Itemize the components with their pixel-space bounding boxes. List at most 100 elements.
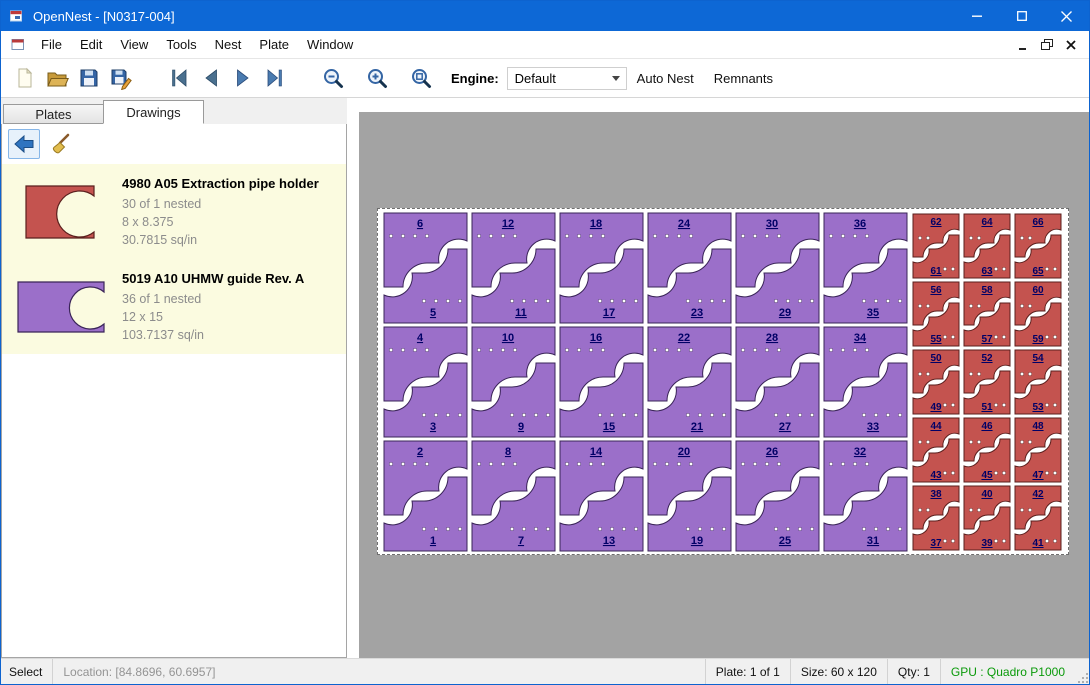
nav-prev-button[interactable] bbox=[195, 62, 227, 94]
list-item[interactable]: 5019 A10 UHMW guide Rev. A 36 of 1 neste… bbox=[2, 259, 346, 354]
nest-cell[interactable]: 21 bbox=[382, 439, 470, 553]
nav-first-button[interactable] bbox=[163, 62, 195, 94]
mdi-restore-button[interactable] bbox=[1035, 35, 1059, 55]
zoom-in-button[interactable] bbox=[361, 62, 393, 94]
nest-cell[interactable]: 109 bbox=[470, 325, 558, 439]
nest-cell[interactable]: 3837 bbox=[911, 484, 962, 552]
drill-hole bbox=[422, 299, 426, 303]
mdi-close-button[interactable] bbox=[1059, 35, 1083, 55]
svg-text:14: 14 bbox=[590, 446, 603, 458]
menu-file[interactable]: File bbox=[32, 33, 71, 56]
save-button[interactable] bbox=[73, 62, 105, 94]
save-as-button[interactable] bbox=[105, 62, 137, 94]
drill-hole bbox=[1028, 372, 1032, 376]
auto-nest-button[interactable]: Auto Nest bbox=[627, 65, 704, 92]
zoom-fit-icon bbox=[409, 66, 433, 90]
tab-plates[interactable]: Plates bbox=[3, 104, 104, 124]
open-button[interactable] bbox=[41, 62, 73, 94]
nest-cell[interactable]: 5655 bbox=[911, 280, 962, 348]
nest-cell[interactable]: 4241 bbox=[1013, 484, 1064, 552]
menu-plate[interactable]: Plate bbox=[250, 33, 298, 56]
drill-hole bbox=[598, 527, 602, 531]
nest-cell[interactable]: 3635 bbox=[822, 211, 910, 325]
tab-drawings[interactable]: Drawings bbox=[103, 100, 204, 124]
nest-cell[interactable]: 4645 bbox=[962, 416, 1013, 484]
nest-cell[interactable]: 3029 bbox=[734, 211, 822, 325]
close-button[interactable] bbox=[1044, 1, 1089, 31]
drawing-size: 8 x 8.375 bbox=[122, 213, 319, 231]
drill-hole bbox=[918, 236, 922, 240]
nest-cell[interactable]: 1615 bbox=[558, 325, 646, 439]
nest-canvas[interactable]: 6512111817242330293635431091615222128273… bbox=[347, 98, 1089, 658]
zoom-out-button[interactable] bbox=[317, 62, 349, 94]
menu-window[interactable]: Window bbox=[298, 33, 362, 56]
drawings-tab-page: 4980 A05 Extraction pipe holder 30 of 1 … bbox=[1, 124, 347, 658]
nest-plate[interactable]: 6512111817242330293635431091615222128273… bbox=[377, 208, 1069, 555]
maximize-button[interactable] bbox=[999, 1, 1044, 31]
drill-hole bbox=[510, 527, 514, 531]
nest-cell[interactable]: 87 bbox=[470, 439, 558, 553]
drill-hole bbox=[1002, 403, 1006, 407]
drawings-toolbar bbox=[2, 124, 346, 164]
engine-select[interactable]: Default bbox=[507, 67, 627, 90]
nav-next-button[interactable] bbox=[227, 62, 259, 94]
nest-cell[interactable]: 5453 bbox=[1013, 348, 1064, 416]
menu-tools[interactable]: Tools bbox=[157, 33, 205, 56]
clear-drawings-button[interactable] bbox=[45, 130, 75, 158]
nav-last-button[interactable] bbox=[259, 62, 291, 94]
minimize-button[interactable] bbox=[954, 1, 999, 31]
list-item[interactable]: 4980 A05 Extraction pipe holder 30 of 1 … bbox=[2, 164, 346, 259]
nest-cell[interactable]: 1413 bbox=[558, 439, 646, 553]
drill-hole bbox=[565, 462, 569, 466]
nest-cell[interactable]: 6261 bbox=[911, 212, 962, 280]
resize-grip[interactable] bbox=[1075, 659, 1089, 684]
nest-cell[interactable]: 2625 bbox=[734, 439, 822, 553]
menu-nest[interactable]: Nest bbox=[206, 33, 251, 56]
drill-hole bbox=[665, 348, 669, 352]
drill-hole bbox=[622, 413, 626, 417]
new-button[interactable] bbox=[9, 62, 41, 94]
nest-cell[interactable]: 4847 bbox=[1013, 416, 1064, 484]
drill-hole bbox=[501, 234, 505, 238]
nest-cell[interactable]: 5251 bbox=[962, 348, 1013, 416]
nest-cell[interactable]: 2221 bbox=[646, 325, 734, 439]
nest-cell[interactable]: 2019 bbox=[646, 439, 734, 553]
nest-cell[interactable]: 6059 bbox=[1013, 280, 1064, 348]
nest-cell[interactable]: 2423 bbox=[646, 211, 734, 325]
drill-hole bbox=[425, 234, 429, 238]
mdi-window-controls bbox=[1011, 35, 1083, 55]
zoom-fit-button[interactable] bbox=[405, 62, 437, 94]
nest-cell[interactable]: 5857 bbox=[962, 280, 1013, 348]
mdi-minimize-button[interactable] bbox=[1011, 35, 1035, 55]
drill-hole bbox=[1053, 403, 1057, 407]
nest-cell[interactable]: 4039 bbox=[962, 484, 1013, 552]
drill-hole bbox=[653, 234, 657, 238]
menu-view[interactable]: View bbox=[111, 33, 157, 56]
nest-cell[interactable]: 6665 bbox=[1013, 212, 1064, 280]
nest-cell[interactable]: 4443 bbox=[911, 416, 962, 484]
nest-cell[interactable]: 1817 bbox=[558, 211, 646, 325]
nest-cell[interactable]: 1211 bbox=[470, 211, 558, 325]
nest-cell[interactable]: 3433 bbox=[822, 325, 910, 439]
nest-cell[interactable]: 65 bbox=[382, 211, 470, 325]
nest-cell[interactable]: 43 bbox=[382, 325, 470, 439]
drill-hole bbox=[943, 539, 947, 543]
drill-hole bbox=[601, 234, 605, 238]
drill-hole bbox=[898, 413, 902, 417]
drill-hole bbox=[1053, 267, 1057, 271]
drawing-size: 12 x 15 bbox=[122, 308, 304, 326]
nest-cell[interactable]: 6463 bbox=[962, 212, 1013, 280]
svg-text:28: 28 bbox=[766, 332, 778, 344]
nest-cell[interactable]: 5049 bbox=[911, 348, 962, 416]
remnants-button[interactable]: Remnants bbox=[704, 65, 783, 92]
drill-hole bbox=[862, 299, 866, 303]
menu-edit[interactable]: Edit bbox=[71, 33, 111, 56]
nest-cell[interactable]: 2827 bbox=[734, 325, 822, 439]
nest-cell[interactable]: 3231 bbox=[822, 439, 910, 553]
status-bar: Select Location: [84.8696, 60.6957] Plat… bbox=[1, 658, 1089, 684]
import-drawing-button[interactable] bbox=[8, 129, 40, 159]
drill-hole bbox=[589, 348, 593, 352]
drill-hole bbox=[926, 236, 930, 240]
canvas-background[interactable]: 6512111817242330293635431091615222128273… bbox=[359, 112, 1089, 658]
drill-hole bbox=[1053, 539, 1057, 543]
